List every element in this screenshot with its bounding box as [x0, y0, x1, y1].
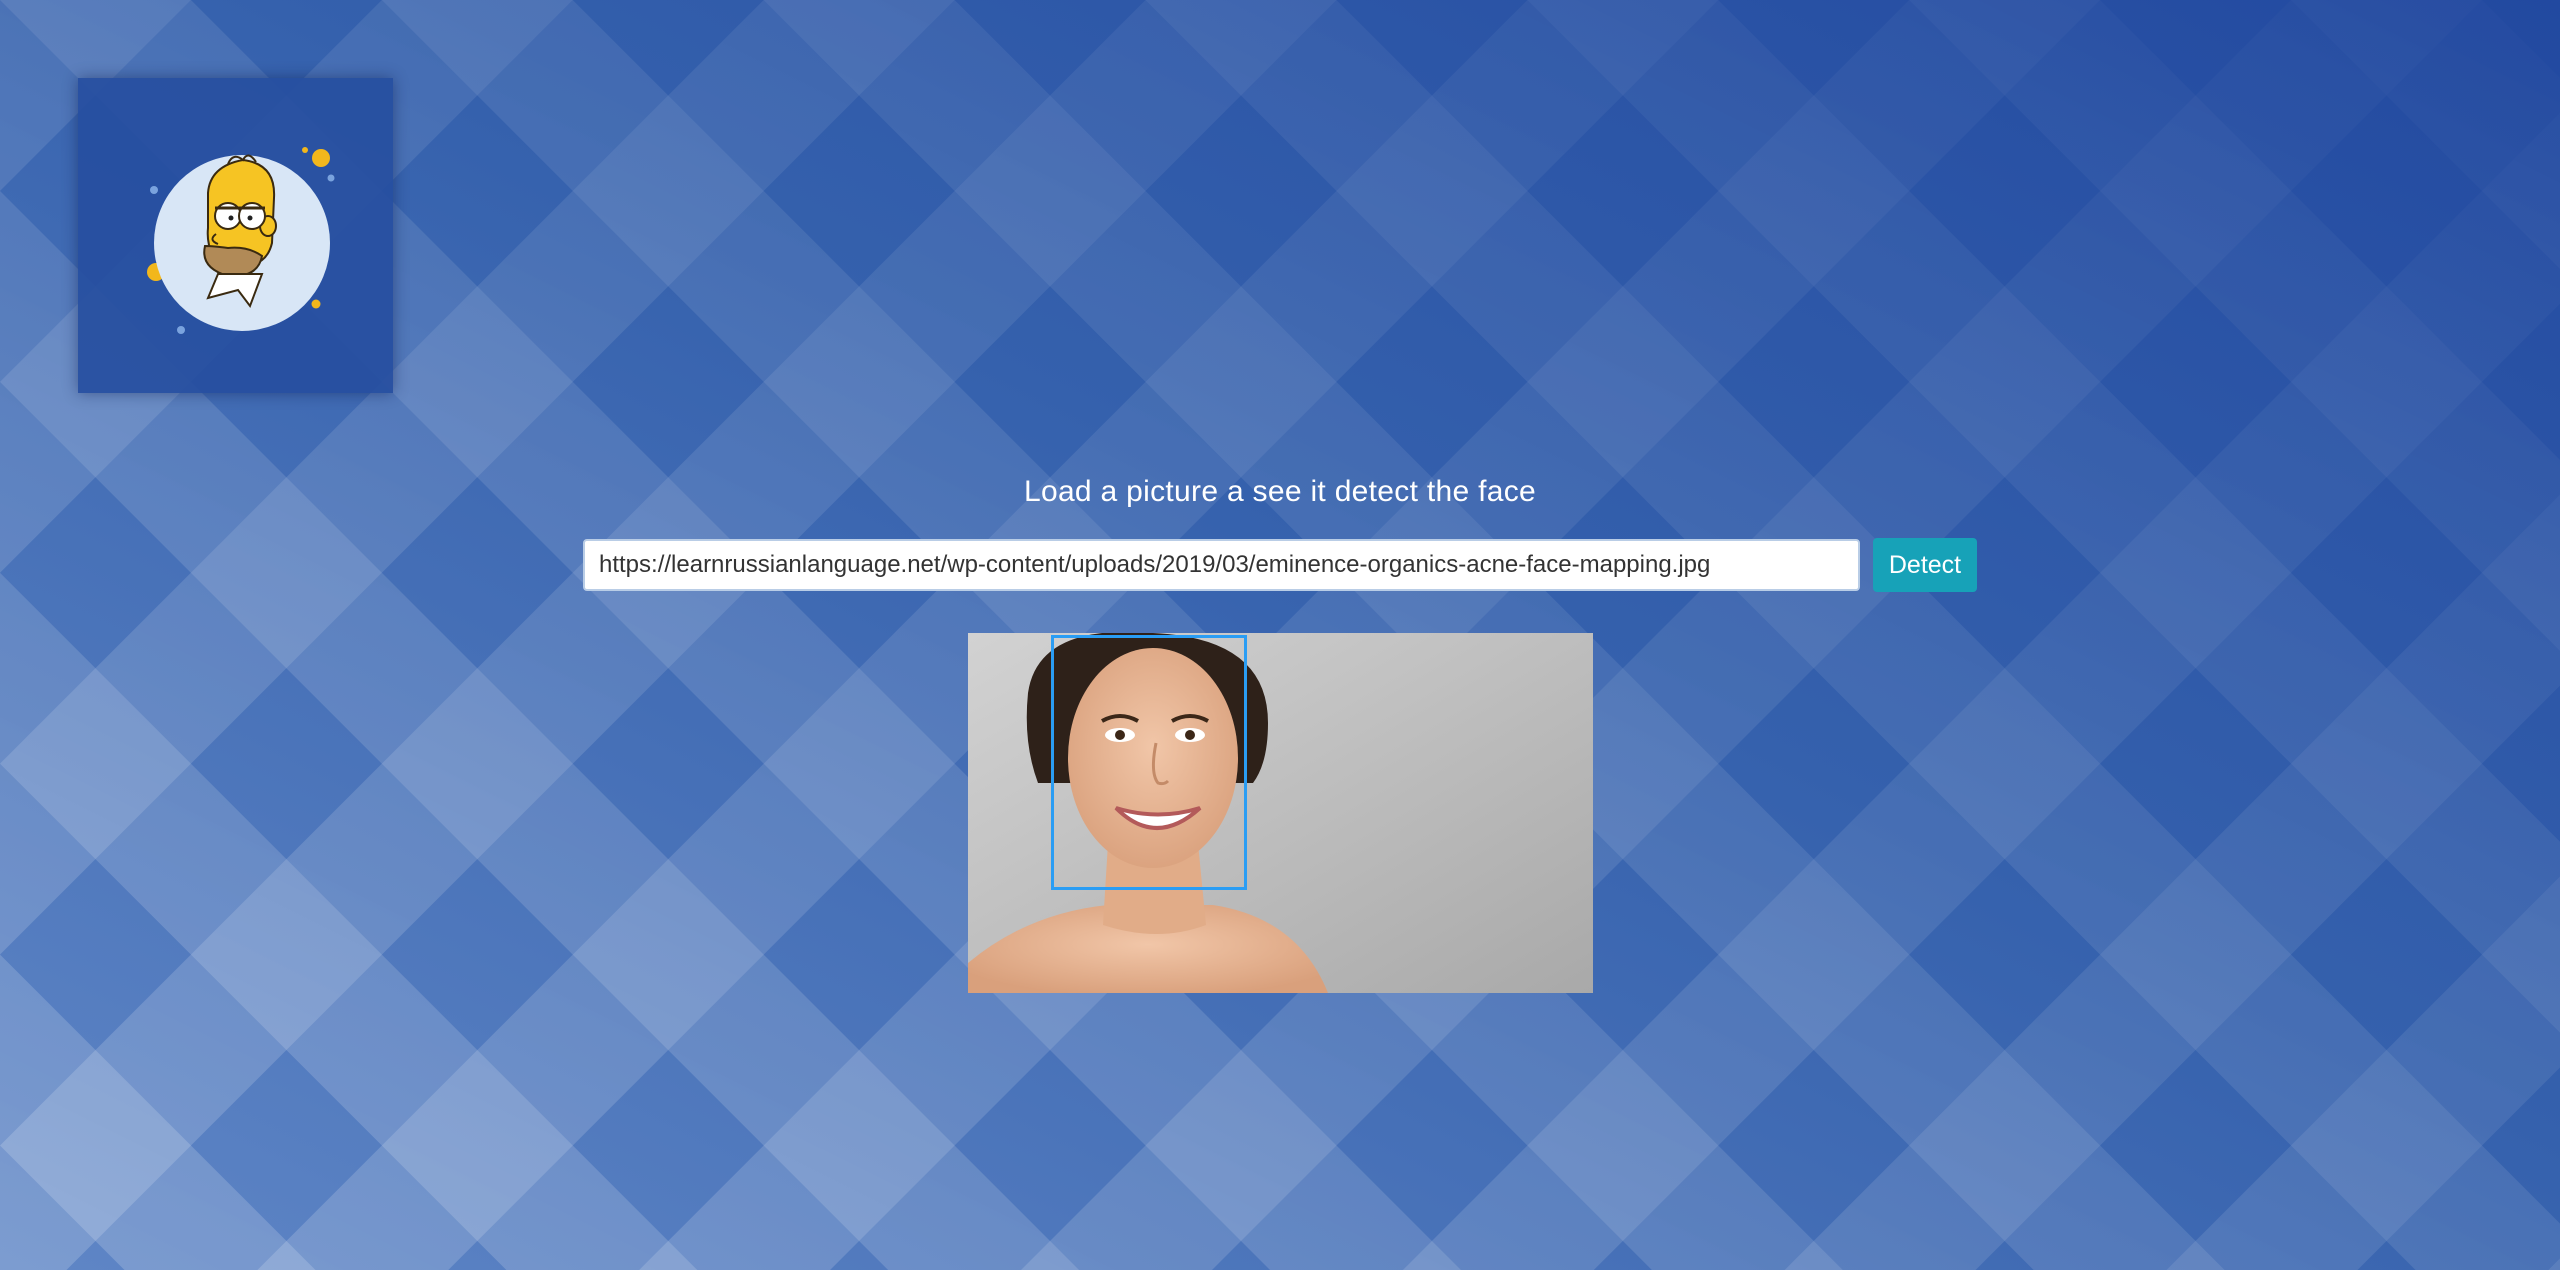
detect-button[interactable]: Detect	[1873, 538, 1977, 592]
logo-card[interactable]	[78, 78, 393, 393]
face-detection-box	[1051, 635, 1247, 890]
page-title: Load a picture a see it detect the face	[1023, 475, 1537, 508]
result-image	[968, 633, 1593, 993]
homer-face-logo-icon	[147, 147, 335, 334]
image-url-input[interactable]	[583, 539, 1860, 591]
